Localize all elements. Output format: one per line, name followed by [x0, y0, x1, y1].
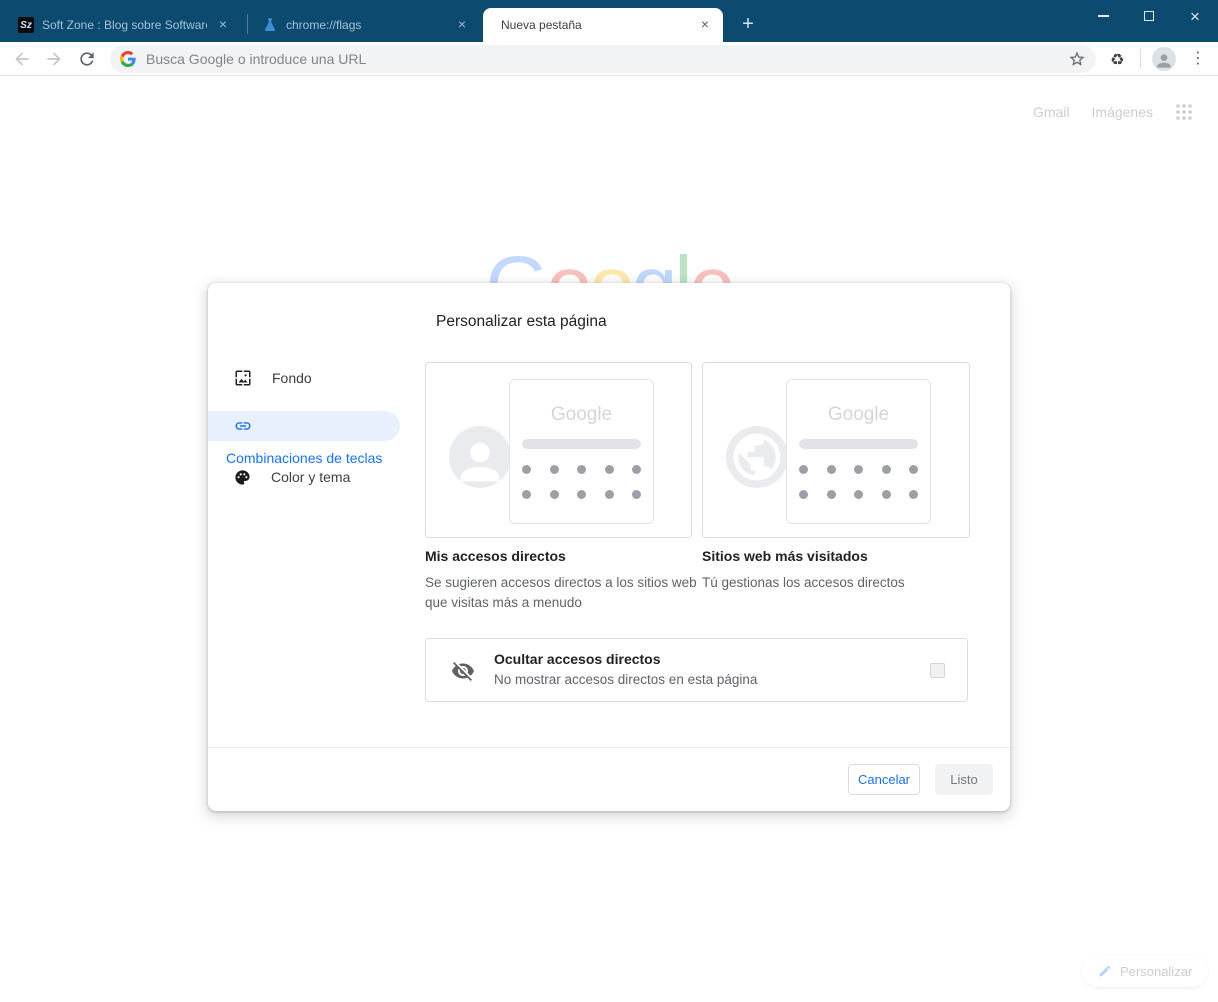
sidebar-item-color-tema[interactable]: Color y tema	[234, 466, 350, 488]
customize-dialog: Personalizar esta página Fondo Combinaci…	[208, 283, 1010, 811]
dialog-title: Personalizar esta página	[436, 313, 607, 330]
dialog-footer-divider	[208, 747, 1010, 748]
sidebar-label-color-tema: Color y tema	[271, 469, 351, 485]
reload-icon[interactable]	[77, 49, 97, 69]
sidebar-label-fondo: Fondo	[272, 370, 312, 386]
globe-avatar	[726, 426, 788, 488]
minipage-searchbar	[522, 439, 641, 449]
minipage-preview: Google	[786, 379, 931, 524]
url-input[interactable]	[146, 51, 1068, 67]
address-bar[interactable]	[110, 45, 1096, 73]
tab-title: Soft Zone : Blog sobre Software d	[42, 18, 207, 32]
profile-avatar[interactable]	[1152, 47, 1176, 71]
browser-window: Sz Soft Zone : Blog sobre Software d × c…	[0, 0, 1218, 1002]
tab-separator	[247, 14, 248, 34]
hide-shortcuts-row[interactable]: Ocultar accesos directos No mostrar acce…	[425, 638, 968, 702]
back-icon[interactable]	[12, 49, 32, 69]
minipage-google-text: Google	[827, 404, 890, 425]
window-controls: ×	[1080, 0, 1218, 32]
minipage-shortcut-dots	[787, 490, 930, 499]
sidebar-item-shortcuts-selected[interactable]	[208, 411, 400, 441]
close-tab-icon[interactable]: ×	[697, 17, 713, 33]
toolbar-separator	[1140, 49, 1141, 69]
option-card-my-shortcuts[interactable]: Google	[425, 362, 692, 538]
new-tab-button[interactable]: +	[737, 14, 759, 36]
minimize-button[interactable]	[1080, 0, 1126, 32]
person-icon	[1157, 54, 1171, 68]
person-icon	[460, 442, 500, 482]
wallpaper-icon	[235, 370, 251, 386]
card-title-most-visited: Sitios web más visitados	[702, 548, 868, 564]
minipage-google-text: Google	[550, 404, 613, 425]
minipage-shortcut-dots	[510, 490, 653, 499]
cancel-button[interactable]: Cancelar	[848, 764, 920, 795]
person-avatar	[449, 426, 511, 488]
bookmark-star-icon[interactable]	[1068, 50, 1086, 68]
tab-softzone[interactable]: Sz Soft Zone : Blog sobre Software d ×	[8, 8, 241, 42]
flask-icon	[264, 18, 276, 32]
toolbar: ♻ ⋮	[0, 42, 1218, 76]
tab-strip: Sz Soft Zone : Blog sobre Software d × c…	[0, 0, 1218, 42]
sidebar-label-shortcuts[interactable]: Combinaciones de teclas	[226, 450, 382, 466]
minipage-shortcut-dots	[510, 465, 653, 474]
close-tab-icon[interactable]: ×	[454, 17, 470, 33]
palette-icon	[235, 469, 250, 485]
card-title-my-shortcuts: Mis accesos directos	[425, 548, 566, 564]
forward-icon[interactable]	[44, 49, 64, 69]
close-window-button[interactable]: ×	[1172, 0, 1218, 32]
globe-icon	[733, 433, 781, 481]
hide-shortcuts-checkbox[interactable]	[930, 663, 945, 678]
close-tab-icon[interactable]: ×	[215, 17, 231, 33]
card-desc-my-shortcuts: Se sugieren accesos directos a los sitio…	[425, 575, 697, 610]
tab-nueva-pestana[interactable]: Nueva pestaña ×	[483, 8, 723, 42]
link-icon	[235, 422, 251, 430]
card-desc-most-visited: Tú gestionas los accesos directos	[702, 575, 905, 590]
minipage-shortcut-dots	[787, 465, 930, 474]
hide-shortcuts-description: No mostrar accesos directos en esta pági…	[494, 672, 758, 687]
option-card-most-visited[interactable]: Google	[702, 362, 970, 538]
minipage-preview: Google	[509, 379, 654, 524]
tab-title: Nueva pestaña	[501, 18, 582, 32]
new-tab-page: Gmail Imágenes Google Personalizar Perso…	[0, 76, 1218, 1002]
close-icon: ×	[1190, 6, 1200, 26]
hide-shortcuts-title: Ocultar accesos directos	[494, 651, 661, 667]
minimize-icon	[1097, 15, 1109, 17]
tab-chrome-flags[interactable]: chrome://flags ×	[252, 8, 480, 42]
maximize-icon	[1144, 11, 1154, 21]
done-button[interactable]: Listo	[935, 764, 993, 795]
softzone-favicon-icon: Sz	[18, 17, 34, 33]
eye-off-icon	[452, 662, 474, 681]
maximize-button[interactable]	[1126, 0, 1172, 32]
google-g-icon	[120, 51, 136, 67]
minipage-searchbar	[799, 439, 918, 449]
sidebar-item-fondo[interactable]: Fondo	[234, 367, 312, 389]
recycle-extension-icon[interactable]: ♻	[1110, 50, 1124, 70]
browser-menu-icon[interactable]: ⋮	[1190, 47, 1206, 71]
tab-title: chrome://flags	[286, 18, 362, 32]
